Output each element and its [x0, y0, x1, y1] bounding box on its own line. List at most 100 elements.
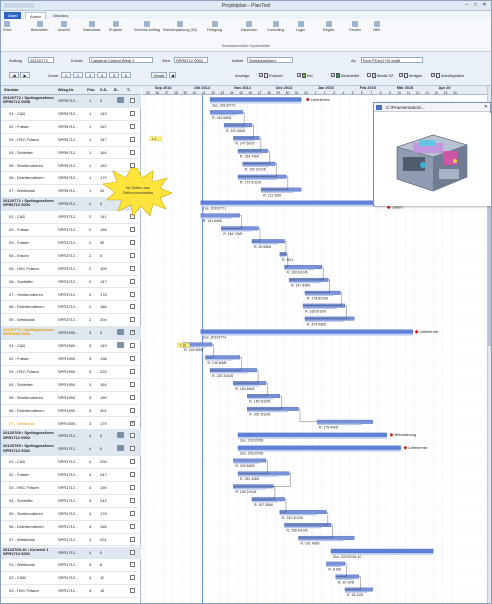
col-wkzg[interactable]: Wkzg.Nr. [58, 88, 74, 92]
task-bar[interactable] [209, 110, 243, 115]
row-checkbox[interactable] [130, 485, 135, 490]
auftrag-input[interactable]: 20120772 [28, 57, 54, 63]
row-checkbox[interactable] [130, 291, 135, 297]
row-checkbox[interactable] [130, 136, 135, 142]
row-checkbox[interactable] [130, 562, 135, 568]
heute-button[interactable]: Heute [151, 72, 167, 78]
zoom-level-2-button[interactable]: 2 [73, 72, 83, 78]
table-row[interactable]: 05 - HSC Fräsen SPR3712 .. 2 109 [1, 263, 141, 276]
row-checkbox[interactable] [130, 472, 135, 478]
zoom-level-5-button[interactable]: 5 [109, 72, 119, 78]
table-row[interactable]: 08 - Drahterodieren SPR3712 .. 2 166 [1, 301, 141, 315]
wzn-input[interactable]: SPR6712 0001 [174, 57, 208, 63]
table-row[interactable]: 03 - HSC Fräsen SPR6712 .. 1 147 [1, 134, 141, 147]
ribbon-lager-button[interactable]: Lager [296, 20, 305, 36]
row-checkbox[interactable] [130, 446, 135, 452]
row-checkbox[interactable] [130, 252, 135, 258]
row-checkbox[interactable] [130, 356, 135, 361]
ribbon-gerichte-auftrag-button[interactable]: Gerichte Auftrag [134, 20, 160, 36]
row-checkbox[interactable] [130, 433, 135, 439]
table-row[interactable]: 02 - Fräsen SPR3712 .. 2 156 [1, 224, 141, 237]
summary-bar[interactable] [330, 548, 434, 554]
table-row[interactable]: 06 - Drahterodieren SPR1712 .. 4 156 [1, 521, 141, 534]
col-ss[interactable]: S.S.. [100, 88, 108, 92]
summary-bar[interactable] [200, 329, 413, 334]
legend-checkbox-4[interactable] [399, 72, 403, 77]
table-row[interactable]: 04 - Schleifen SPR6712 .. 1 164 [1, 147, 141, 160]
table-row[interactable]: 05 - Senkerodieren SPR1712 .. 4 176 [1, 508, 141, 521]
col-prio[interactable]: Prio. [87, 88, 95, 92]
ribbon-kaufmann-button[interactable]: Kaufmann [241, 20, 257, 36]
legend-checkbox-5[interactable] [431, 72, 435, 77]
ribbon-controlling-button[interactable]: Controlling [267, 20, 284, 36]
table-row[interactable]: 07 - Werkbank SPR1712 .. 4 201 [1, 534, 141, 547]
col-t[interactable]: T.. [127, 88, 131, 92]
zoom-level-4-button[interactable]: 4 [97, 72, 107, 78]
task-bar[interactable] [326, 561, 346, 566]
table-row[interactable]: 03 - HSC Fräsen SPR1900 .. 3 220 [1, 366, 141, 379]
ribbon-regeln-button[interactable]: Regeln [323, 20, 334, 36]
ribbon-rahmenplanung-d2--button[interactable]: Rahmenplanung (D2) [163, 20, 197, 36]
group-row[interactable]: 20120774 • Spritzgussform SPR1900 0004 SP… [1, 327, 141, 341]
row-checkbox[interactable] [130, 343, 135, 349]
table-row[interactable]: 04 - Schleifen SPR1900 .. 3 184 [1, 379, 141, 392]
table-row[interactable]: 02 - Fräsen SPR1712 .. 4 247 [1, 469, 141, 482]
preview-title-bar[interactable]: C:\Praesentation\... ✕ [374, 103, 490, 112]
summary-bar[interactable] [200, 200, 386, 205]
row-checkbox[interactable] [130, 304, 135, 310]
row-checkbox[interactable] [130, 239, 135, 245]
preview-close-icon[interactable]: ✕ [484, 103, 488, 112]
legend-checkbox-2[interactable] [331, 72, 335, 77]
machine-icon[interactable] [117, 445, 124, 452]
summary-bar[interactable] [209, 97, 302, 102]
table-row[interactable]: 07 - Senkerodieren SPR3712 .. 2 178 [1, 289, 141, 302]
task-bar[interactable] [200, 213, 241, 218]
group-row[interactable]: 20120769-10 • Kernteil 1 SPR1712 0001 SPR… [1, 546, 141, 560]
preview-window[interactable]: C:\Praesentation\... ✕ [373, 102, 491, 206]
table-row[interactable]: 04 - Erdom SPR3712 .. 2 0 [1, 250, 141, 263]
row-checkbox[interactable] [130, 265, 135, 271]
ribbon-extra-button[interactable]: Extra [3, 20, 11, 36]
group-row[interactable]: 20120769 • Spritzgussform SPR1712 0002 SP… [1, 430, 141, 444]
col-b[interactable]: B.. [114, 88, 119, 92]
table-row[interactable]: 02 - Fräsen SPR6712 .. 1 157 [1, 121, 141, 134]
row-checkbox[interactable] [130, 407, 135, 413]
row-checkbox[interactable] [130, 368, 135, 374]
machine-icon[interactable] [117, 432, 124, 439]
row-checkbox[interactable] [130, 149, 135, 155]
row-checkbox[interactable] [130, 575, 135, 581]
row-checkbox[interactable] [130, 381, 135, 387]
row-checkbox[interactable] [130, 420, 135, 426]
table-row[interactable]: 01 - Werkbank SPR1712 .. 4 8 [1, 559, 141, 573]
table-row[interactable]: 05 - Senkerodieren SPR1900 .. 3 150 [1, 392, 141, 405]
row-checkbox[interactable] [130, 227, 135, 232]
zoom-level-6-button[interactable]: 6 [121, 72, 131, 78]
table-row[interactable]: 03 - Fräsen SPR3712 .. 2 35 [1, 237, 141, 250]
legend-checkbox-3[interactable] [367, 73, 371, 77]
minimize-button[interactable]: – [462, 2, 471, 9]
ribbon-bearbeiten-button[interactable]: Bearbeiten [31, 20, 48, 36]
tab-datei[interactable]: Datei [4, 12, 22, 19]
nav-forward-button[interactable]: ▶ [20, 72, 30, 78]
table-row[interactable]: 01 - CAD SPR1900 .. 3 149 [1, 340, 141, 353]
summary-bar[interactable] [237, 445, 401, 450]
row-checkbox[interactable] [130, 536, 135, 542]
zoom-level-1-button[interactable]: 1 [61, 72, 71, 78]
row-checkbox[interactable] [130, 110, 135, 116]
table-row[interactable]: 03 - HSC Fräsen SPR1712 .. 4 18 [1, 585, 141, 599]
artikel-input[interactable]: Spritzgussform [247, 57, 293, 63]
row-checkbox[interactable] [130, 510, 135, 516]
ribbon-datenbank-button[interactable]: Datenbank [83, 20, 100, 36]
table-row[interactable]: 02 - Fräsen SPR1900 .. 3 136 [1, 353, 141, 366]
task-bar[interactable] [279, 510, 327, 515]
machine-icon[interactable] [117, 97, 124, 103]
table-row[interactable]: 01 - CAD SPR1712 .. 4 200 [1, 456, 141, 470]
row-checkbox[interactable] [130, 523, 135, 529]
legend-checkbox-1[interactable] [297, 72, 301, 77]
task-bar[interactable] [233, 458, 267, 463]
table-row[interactable]: 02 - CAM SPR1712 .. 4 10 [1, 572, 141, 586]
col-struktur[interactable]: Struktur [4, 88, 19, 92]
close-button[interactable]: ✕ [480, 2, 489, 9]
ap-input[interactable]: Exm PCin(1+0) endlt [361, 57, 423, 63]
machine-icon[interactable] [117, 329, 124, 336]
